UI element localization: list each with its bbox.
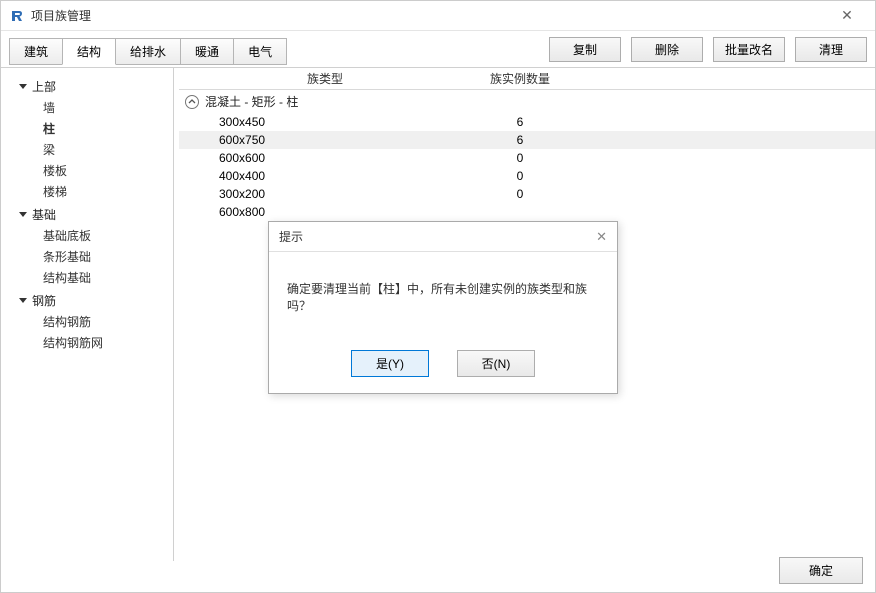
column-header-type[interactable]: 族类型 [195,70,455,87]
toolbar: 建筑结构给排水暖通电气 复制 删除 批量改名 清理 [1,31,875,67]
tree-group-title: 上部 [32,78,56,95]
tab-3[interactable]: 暖通 [180,38,234,65]
cell-type: 600x750 [219,133,455,147]
dialog-yes-button[interactable]: 是(Y) [351,350,429,377]
tree-item[interactable]: 结构基础 [43,267,169,288]
cell-count: 0 [455,151,585,165]
tree-caret-icon [19,84,27,89]
cell-count: 0 [455,169,585,183]
tree-item[interactable]: 梁 [43,139,169,160]
tree-group-title: 基础 [32,206,56,223]
batch-rename-button[interactable]: 批量改名 [713,37,785,62]
tree-item[interactable]: 楼板 [43,160,169,181]
cell-type: 400x400 [219,169,455,183]
table-header: 族类型 族实例数量 [179,68,875,90]
delete-button[interactable]: 删除 [631,37,703,62]
cell-type: 300x450 [219,115,455,129]
window-close-button[interactable]: ✕ [827,7,867,24]
tree-item[interactable]: 楼梯 [43,181,169,202]
dialog-titlebar: 提示 ✕ [269,222,617,252]
table-row[interactable]: 400x4000 [179,167,875,185]
dialog-message: 确定要清理当前【柱】中，所有未创建实例的族类型和族吗？ [269,252,617,342]
family-group-label: 混凝土 - 矩形 - 柱 [205,93,298,110]
dialog-title: 提示 [279,228,596,245]
footer: 确定 [769,557,863,584]
cell-type: 300x200 [219,187,455,201]
cell-type: 600x600 [219,151,455,165]
tab-1[interactable]: 结构 [62,38,116,65]
tree-item[interactable]: 结构钢筋 [43,311,169,332]
ok-button[interactable]: 确定 [779,557,863,584]
dialog-close-button[interactable]: ✕ [596,229,607,245]
table-row[interactable]: 600x7506 [179,131,875,149]
family-group-row[interactable]: 混凝土 - 矩形 - 柱 [179,90,875,113]
tab-bar: 建筑结构给排水暖通电气 [9,38,286,65]
tree-caret-icon [19,212,27,217]
dialog-footer: 是(Y) 否(N) [269,342,617,393]
table-row[interactable]: 300x4506 [179,113,875,131]
table-row[interactable]: 600x6000 [179,149,875,167]
tree-item[interactable]: 柱 [43,118,169,139]
copy-button[interactable]: 复制 [549,37,621,62]
tab-2[interactable]: 给排水 [115,38,181,65]
tree-item[interactable]: 结构钢筋网 [43,332,169,353]
collapse-icon[interactable] [185,95,199,109]
cell-count: 6 [455,115,585,129]
tree-group-header[interactable]: 基础 [13,204,169,225]
tree-group-header[interactable]: 上部 [13,76,169,97]
cell-count: 6 [455,133,585,147]
cell-count: 0 [455,187,585,201]
tab-0[interactable]: 建筑 [9,38,63,65]
window-title: 项目族管理 [31,7,827,24]
clean-button[interactable]: 清理 [795,37,867,62]
table-row[interactable]: 300x2000 [179,185,875,203]
cell-type: 600x800 [219,205,455,219]
tree-caret-icon [19,298,27,303]
column-header-count[interactable]: 族实例数量 [455,70,585,87]
titlebar: 项目族管理 ✕ [1,1,875,31]
dialog-no-button[interactable]: 否(N) [457,350,535,377]
tab-4[interactable]: 电气 [233,38,287,65]
tree-group-header[interactable]: 钢筋 [13,290,169,311]
tree-group-title: 钢筋 [32,292,56,309]
app-logo-icon [9,8,25,24]
table-row[interactable]: 600x800 [179,203,875,221]
tree-item[interactable]: 基础底板 [43,225,169,246]
category-tree: 上部墙柱梁楼板楼梯基础基础底板条形基础结构基础钢筋结构钢筋结构钢筋网 [9,68,174,561]
tree-item[interactable]: 条形基础 [43,246,169,267]
tree-item[interactable]: 墙 [43,97,169,118]
confirm-dialog: 提示 ✕ 确定要清理当前【柱】中，所有未创建实例的族类型和族吗？ 是(Y) 否(… [268,221,618,394]
